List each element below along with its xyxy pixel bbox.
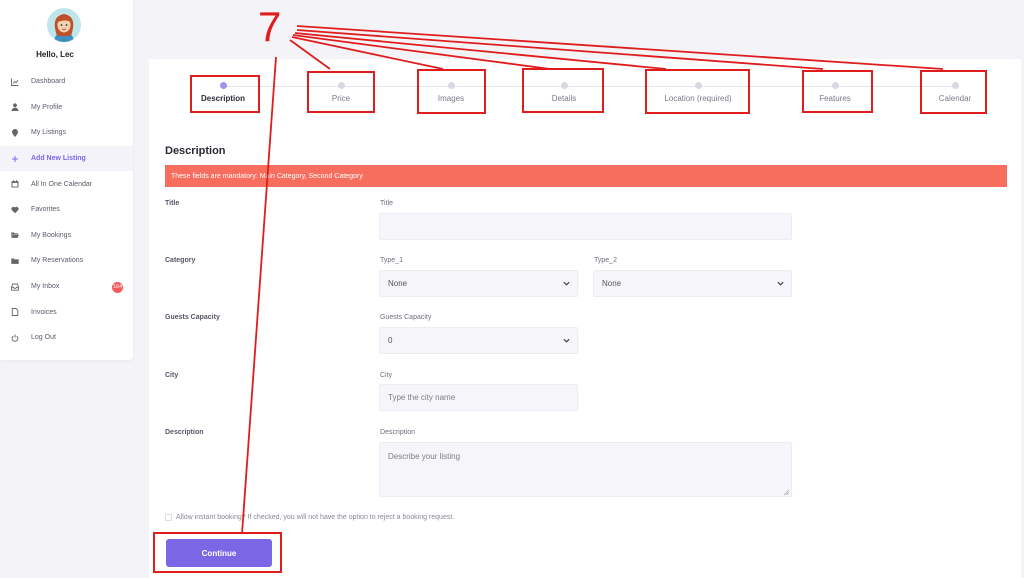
sidebar-item-label: My Profile (31, 103, 63, 111)
sidebar-item-my-profile[interactable]: My Profile (0, 95, 133, 121)
step-features[interactable]: Features (770, 82, 900, 103)
chevron-down-icon (776, 279, 785, 288)
continue-button[interactable]: Continue (166, 539, 272, 567)
instant-booking-label: Allow instant booking? If checked, you w… (176, 514, 455, 521)
guests-field-label: Guests Capacity (380, 314, 432, 321)
type2-value: None (602, 279, 622, 288)
title-field-label: Title (380, 200, 393, 207)
sidebar-item-favorites[interactable]: Favorites (0, 197, 133, 223)
sidebar-item-add-new-listing[interactable]: Add New Listing (0, 145, 133, 172)
sidebar-item-label: Log Out (31, 334, 56, 342)
step-dot (447, 82, 455, 89)
step-label: Location (required) (664, 94, 732, 103)
step-label: Description (200, 94, 245, 103)
sidebar-item-label: All In One Calendar (31, 180, 93, 188)
step-dot (831, 82, 839, 89)
sidebar-item-label: My Inbox (31, 283, 60, 291)
sidebar-item-label: Add New Listing (31, 155, 86, 163)
calendar-icon (11, 180, 19, 188)
description-textarea[interactable]: Describe your listing (379, 442, 792, 497)
step-label: Images (437, 94, 465, 103)
inbox-count-badge: 164 (112, 281, 124, 293)
folder-icon (11, 257, 19, 265)
chevron-down-icon (562, 279, 571, 288)
sidebar-item-label: My Bookings (31, 231, 72, 239)
instant-booking-checkbox[interactable] (165, 514, 172, 521)
step-progress: Description Price Images Details Locatio… (149, 59, 1021, 119)
sidebar-item-my-bookings[interactable]: My Bookings (0, 223, 133, 249)
add-listing-card: Description Price Images Details Locatio… (149, 59, 1021, 578)
guests-capacity-select[interactable]: 0 (379, 327, 578, 354)
folder-open-icon (11, 231, 19, 239)
step-dot (560, 82, 568, 89)
type1-label: Type_1 (380, 257, 403, 264)
sidebar-item-my-inbox[interactable]: My Inbox 164 (0, 274, 133, 300)
plus-icon (11, 155, 19, 163)
step-dot (219, 82, 227, 89)
sidebar-item-label: My Reservations (31, 257, 84, 265)
step-dot (951, 82, 959, 89)
type2-select[interactable]: None (593, 270, 792, 297)
type1-select[interactable]: None (379, 270, 578, 297)
sidebar-item-label: Invoices (31, 308, 57, 316)
instant-booking-option: Allow instant booking? If checked, you w… (165, 514, 454, 521)
step-calendar[interactable]: Calendar (890, 82, 1020, 103)
city-row-label: City (165, 372, 179, 379)
title-row-label: Title (165, 200, 180, 207)
annotation-number: 7 (258, 3, 282, 50)
category-row-label: Category (165, 257, 196, 264)
sidebar-item-label: Favorites (31, 206, 60, 214)
step-label: Features (819, 94, 851, 103)
step-images[interactable]: Images (386, 82, 516, 103)
step-details[interactable]: Details (499, 82, 629, 103)
city-field-label: City (380, 372, 393, 379)
heart-icon (11, 206, 19, 214)
sidebar-item-log-out[interactable]: Log Out (0, 325, 133, 351)
sidebar-item-my-reservations[interactable]: My Reservations (0, 248, 133, 274)
step-label: Details (551, 94, 577, 103)
user-icon (11, 103, 19, 112)
sidebar-item-label: My Listings (31, 129, 67, 137)
resize-handle-icon[interactable] (783, 488, 790, 496)
mandatory-fields-alert: These fields are mandatory: Main Categor… (165, 165, 1007, 187)
title-input[interactable] (379, 213, 792, 240)
power-icon (11, 334, 19, 342)
sidebar-nav: Dashboard My Profile My Listings Add New… (0, 69, 133, 351)
sidebar-item-label: Dashboard (31, 78, 66, 86)
type2-label: Type_2 (594, 257, 617, 264)
description-row-label: Description (165, 429, 204, 436)
section-title: Description (165, 145, 226, 157)
avatar[interactable] (47, 8, 81, 42)
file-icon (11, 308, 19, 317)
sidebar-item-my-listings[interactable]: My Listings (0, 120, 133, 146)
chevron-down-icon (562, 336, 571, 345)
pin-icon (11, 128, 19, 137)
step-dot (694, 82, 702, 89)
step-dot (337, 82, 345, 89)
sidebar-item-invoices[interactable]: Invoices (0, 299, 133, 325)
guests-value: 0 (388, 336, 393, 345)
step-label: Calendar (938, 94, 972, 103)
inbox-icon (11, 283, 19, 291)
sidebar-item-all-in-one-calendar[interactable]: All In One Calendar (0, 171, 133, 197)
city-input[interactable]: Type the city name (379, 384, 578, 411)
description-placeholder: Describe your listing (388, 452, 461, 461)
step-location[interactable]: Location (required) (633, 82, 763, 103)
chart-icon (11, 78, 19, 86)
step-description[interactable]: Description (158, 82, 288, 103)
type1-value: None (388, 279, 408, 288)
sidebar: Hello, Lec Dashboard My Profile My Listi… (0, 0, 133, 360)
guests-row-label: Guests Capacity (165, 314, 220, 321)
greeting: Hello, Lec (36, 50, 74, 59)
sidebar-item-dashboard[interactable]: Dashboard (0, 69, 133, 95)
description-field-label: Description (380, 429, 416, 436)
